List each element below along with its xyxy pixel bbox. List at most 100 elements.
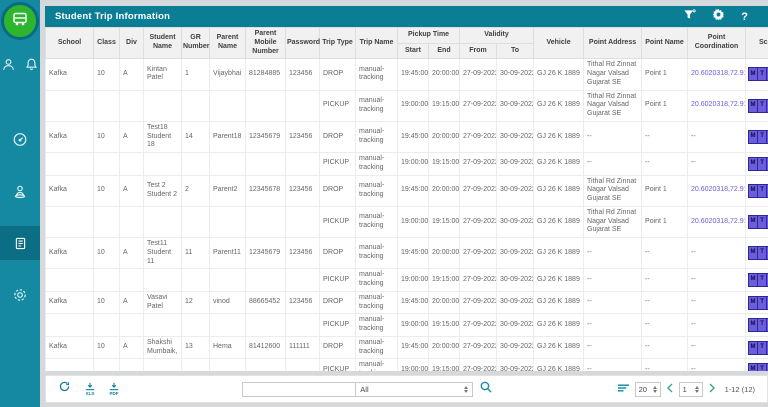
col-parent-name[interactable]: Parent Name: [210, 28, 246, 59]
cell-trip-name: manual-tracking: [356, 175, 398, 206]
filter-icon[interactable]: [683, 8, 696, 26]
cell-student-name: Kintan Patel: [144, 59, 182, 90]
next-page-chevron-icon[interactable]: [708, 380, 716, 398]
cell-start: 19:45:00: [398, 336, 429, 359]
cell-password: 123456: [286, 291, 320, 314]
col-class[interactable]: Class: [94, 28, 120, 59]
cell-from: 27-09-2022: [460, 90, 497, 121]
cell-point-name: Point 1: [642, 59, 688, 90]
page-size-stepper[interactable]: 20: [635, 382, 661, 397]
col-to[interactable]: To: [497, 43, 534, 59]
cell-parent-name: vinod: [210, 291, 246, 314]
cell-parent-mobile: 12345678: [246, 175, 286, 206]
col-school[interactable]: School: [46, 28, 94, 59]
col-from[interactable]: From: [460, 43, 497, 59]
sidebar-item-settings[interactable]: [0, 278, 40, 312]
table-row: Kafka10AKintan Patel1Vijaybhai8128488512…: [46, 59, 768, 90]
notifications-bell-icon[interactable]: [24, 56, 40, 72]
cell-div: A: [120, 121, 144, 152]
cell-to: 30-09-2022: [497, 153, 534, 176]
cell-point-address: --: [584, 314, 642, 337]
cell-vehicle: GJ 26 K 1889: [534, 359, 584, 371]
col-schedule[interactable]: Schedule: [746, 28, 768, 59]
col-trip-name[interactable]: Trip Name: [356, 28, 398, 59]
cell-parent-mobile: 12345679: [246, 121, 286, 152]
cell-trip-type: DROP: [320, 336, 356, 359]
export-xls-icon[interactable]: XLS: [85, 382, 95, 397]
page-size-value: 20: [639, 385, 647, 394]
search-icon[interactable]: [479, 380, 493, 399]
cell-point-address: Tithal Rd Zinnat Nagar Valsad Gujarat SE: [584, 59, 642, 90]
prev-page-chevron-icon[interactable]: [666, 380, 674, 398]
cell-school: [46, 153, 94, 176]
cell-end: 20:00:00: [429, 59, 460, 90]
col-point-address[interactable]: Point Address: [584, 28, 642, 59]
cell-password: 123456: [286, 59, 320, 90]
col-end[interactable]: End: [429, 43, 460, 59]
cell-point-name: Point 1: [642, 90, 688, 121]
col-password[interactable]: Password: [286, 28, 320, 59]
table-row: PICKUPmanual-tracking19:00:0019:15:0027-…: [46, 153, 768, 176]
cell-class: 10: [94, 59, 120, 90]
cell-point-name: --: [642, 291, 688, 314]
search-column-select[interactable]: All: [355, 382, 473, 397]
cell-school: Kafka: [46, 336, 94, 359]
col-student-name[interactable]: Student Name: [144, 28, 182, 59]
cell-vehicle: GJ 26 K 1889: [534, 90, 584, 121]
cell-point-address: Tithal Rd Zinnat Nagar Valsad Gujarat SE: [584, 175, 642, 206]
cell-point-coordination[interactable]: 20.6020318,72.9123...: [688, 59, 746, 90]
cell-trip-type: PICKUP: [320, 269, 356, 292]
cell-div: [120, 269, 144, 292]
col-trip-type[interactable]: Trip Type: [320, 28, 356, 59]
help-icon[interactable]: ?: [741, 11, 748, 23]
cell-point-coordination[interactable]: 20.6020318,72.9123...: [688, 206, 746, 237]
cell-password: [286, 269, 320, 292]
col-div[interactable]: Div: [120, 28, 144, 59]
cell-trip-type: DROP: [320, 291, 356, 314]
col-gr-number[interactable]: GR Number: [182, 28, 210, 59]
cell-vehicle: GJ 26 K 1889: [534, 269, 584, 292]
table-row: Kafka10ATest 2 Student 22Parent212345678…: [46, 175, 768, 206]
cell-to: 30-09-2022: [497, 269, 534, 292]
cell-vehicle: GJ 26 K 1889: [534, 175, 584, 206]
sidebar-item-trip-report[interactable]: [0, 226, 40, 260]
app-window: Student Trip Information ?: [0, 0, 768, 407]
col-group-validity: Validity: [460, 28, 534, 44]
current-page-stepper[interactable]: 1: [679, 382, 703, 397]
profile-icon[interactable]: [1, 56, 17, 72]
cell-point-address: --: [584, 153, 642, 176]
cell-trip-name: manual-tracking: [356, 153, 398, 176]
col-point-name[interactable]: Point Name: [642, 28, 688, 59]
cell-start: 19:45:00: [398, 238, 429, 269]
cell-from: 27-09-2022: [460, 121, 497, 152]
cell-div: [120, 314, 144, 337]
cell-password: [286, 153, 320, 176]
cell-gr-number: 11: [182, 238, 210, 269]
cell-point-address: --: [584, 336, 642, 359]
col-start[interactable]: Start: [398, 43, 429, 59]
cell-student-name: [144, 269, 182, 292]
col-vehicle[interactable]: Vehicle: [534, 28, 584, 59]
refresh-icon[interactable]: [58, 380, 71, 398]
cell-point-coordination[interactable]: 20.6020318,72.9123...: [688, 175, 746, 206]
col-parent-mobile[interactable]: Parent Mobile Number: [246, 28, 286, 59]
cell-schedule: MTWTFSS: [746, 314, 768, 337]
cell-point-coordination[interactable]: 20.6020318,72.9123...: [688, 90, 746, 121]
cell-from: 27-09-2022: [460, 206, 497, 237]
sidebar-item-dashboard[interactable]: [0, 122, 40, 156]
col-point-coordination[interactable]: Point Coordination: [688, 28, 746, 59]
cell-parent-name: Parent2: [210, 175, 246, 206]
cell-gr-number: [182, 269, 210, 292]
cell-start: 19:00:00: [398, 90, 429, 121]
settings-gear-icon[interactable]: [712, 8, 725, 26]
cell-div: A: [120, 175, 144, 206]
cell-schedule: MTWTFSS: [746, 238, 768, 269]
search-input[interactable]: [242, 382, 356, 397]
cell-trip-name: manual-tracking: [356, 121, 398, 152]
app-logo[interactable]: [1, 2, 39, 40]
table-row: PICKUPmanual-tracking19:00:0019:15:0027-…: [46, 206, 768, 237]
sidebar-item-student-tracking[interactable]: [0, 174, 40, 208]
export-pdf-icon[interactable]: PDF: [109, 382, 119, 397]
cell-end: 20:00:00: [429, 175, 460, 206]
cell-end: 19:15:00: [429, 206, 460, 237]
